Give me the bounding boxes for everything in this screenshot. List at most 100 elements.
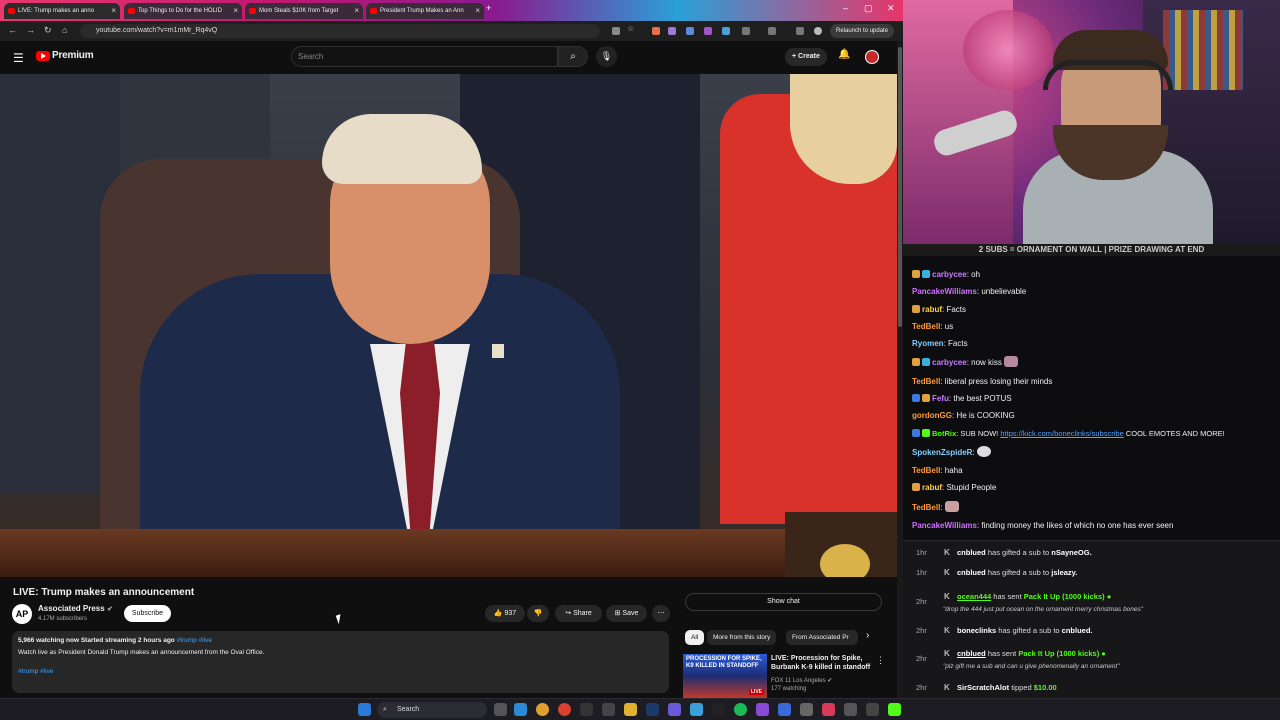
chat-username[interactable]: rabuf	[922, 483, 942, 492]
tab-2[interactable]: Top Things to Do for the HOLID ×	[124, 3, 242, 19]
video-player[interactable]	[0, 74, 897, 577]
chat-username[interactable]: TedBell	[912, 466, 940, 475]
app-icon[interactable]	[690, 703, 703, 716]
maximize-icon[interactable]: ▢	[864, 3, 873, 14]
description-box[interactable]: 5,966 watching now Started streaming 2 h…	[12, 631, 669, 693]
forward-icon[interactable]: →	[26, 25, 35, 35]
event-user[interactable]: cnblued	[957, 649, 986, 658]
close-window-icon[interactable]: ✕	[887, 3, 895, 14]
extension-icon[interactable]	[652, 27, 660, 35]
chat-username[interactable]: gordonGG	[912, 411, 952, 420]
event-user[interactable]: boneclinks	[957, 626, 996, 635]
extension-icon[interactable]	[686, 27, 694, 35]
mic-button[interactable]: 🎙	[596, 46, 617, 67]
recommended-title[interactable]: LIVE: Procession for Spike, Burbank K-9 …	[771, 654, 871, 672]
reload-icon[interactable]: ↻	[44, 25, 52, 36]
event-target[interactable]: cnblued.	[1062, 626, 1093, 635]
extension-icon[interactable]	[668, 27, 676, 35]
search-input[interactable]: Search	[291, 46, 558, 67]
chat-link[interactable]: https://kick.com/boneclinks/subscribe	[1000, 429, 1123, 438]
tab-4[interactable]: President Trump Makes an Ann ×	[366, 3, 484, 19]
spotify-icon[interactable]	[734, 703, 747, 716]
description-hashtags[interactable]: #trump #live	[18, 668, 53, 675]
chat-username[interactable]: Ryomen	[912, 339, 944, 348]
profile-icon[interactable]	[814, 27, 822, 35]
bell-icon[interactable]: 🔔	[838, 49, 850, 60]
chat-username[interactable]: TedBell	[912, 503, 940, 512]
chrome-icon[interactable]	[536, 703, 549, 716]
taskbar-search[interactable]: ⌕ Search	[377, 702, 487, 718]
app-icon[interactable]	[800, 703, 813, 716]
create-button[interactable]: + Create	[785, 48, 827, 66]
extension-icon[interactable]	[704, 27, 712, 35]
like-button[interactable]: 👍 937	[485, 605, 525, 622]
extension-icon[interactable]	[722, 27, 730, 35]
search-button[interactable]: ⌕	[558, 46, 588, 67]
chevron-right-icon[interactable]: ›	[866, 630, 869, 641]
folder-icon[interactable]	[624, 703, 637, 716]
home-icon[interactable]: ⌂	[62, 25, 67, 35]
close-icon[interactable]: ×	[354, 3, 359, 19]
app-icon[interactable]	[602, 703, 615, 716]
close-icon[interactable]: ×	[111, 3, 116, 19]
event-target[interactable]: jsleazy.	[1051, 568, 1077, 577]
windows-start-icon[interactable]	[358, 703, 371, 716]
event-user[interactable]: cnblued	[957, 548, 986, 557]
app-icon[interactable]	[668, 703, 681, 716]
steam-icon[interactable]	[646, 703, 659, 716]
app-icon[interactable]	[712, 703, 725, 716]
download-icon[interactable]	[796, 27, 804, 35]
tab-1[interactable]: LIVE: Trump makes an anno ×	[4, 3, 120, 19]
youtube-logo-icon[interactable]	[36, 51, 50, 61]
extension-icon[interactable]	[742, 27, 750, 35]
recommended-channel[interactable]: FOX 11 Los Angeles ✔	[771, 677, 832, 684]
event-user[interactable]: ocean444	[957, 592, 991, 601]
show-chat-button[interactable]: Show chat	[685, 593, 882, 611]
app-icon[interactable]	[866, 703, 879, 716]
app-icon[interactable]	[822, 703, 835, 716]
app-icon[interactable]	[778, 703, 791, 716]
subscribe-button[interactable]: Subscribe	[124, 605, 171, 622]
channel-name[interactable]: Associated Press ✔	[38, 604, 113, 613]
install-icon[interactable]	[612, 27, 620, 35]
menu-icon[interactable]: ☰	[13, 51, 24, 65]
star-icon[interactable]: ☆	[627, 24, 635, 33]
kick-icon[interactable]	[888, 703, 901, 716]
recommended-thumbnail[interactable]: PROCESSION FOR SPIKE, K9 KILLED IN STAND…	[683, 654, 767, 698]
app-icon[interactable]	[580, 703, 593, 716]
event-user[interactable]: cnblued	[957, 568, 986, 577]
avatar[interactable]	[865, 50, 879, 64]
url-field[interactable]: youtube.com/watch?v=m1mMr_Rq4vQ	[80, 24, 600, 38]
back-icon[interactable]: ←	[8, 25, 17, 35]
app-icon[interactable]	[844, 703, 857, 716]
tab-3[interactable]: Mom Steals $10K from Target ×	[245, 3, 363, 19]
close-icon[interactable]: ×	[233, 3, 238, 19]
chat-username[interactable]: SpokenZspideR	[912, 448, 972, 457]
chip-more-from-story[interactable]: More from this story	[707, 630, 777, 645]
event-target[interactable]: nSayneOG.	[1051, 548, 1091, 557]
close-icon[interactable]: ×	[475, 3, 480, 19]
chat-username[interactable]: TedBell	[912, 377, 940, 386]
app-icon[interactable]	[756, 703, 769, 716]
kebab-menu-icon[interactable]: ⋮	[876, 655, 885, 666]
new-tab-icon[interactable]: +	[486, 3, 491, 13]
chat-username[interactable]: PancakeWilliams	[912, 287, 977, 296]
chip-from-associated-press[interactable]: From Associated Pr	[786, 630, 858, 645]
chat-username[interactable]: carbycee	[932, 358, 967, 367]
edge-icon[interactable]	[514, 703, 527, 716]
task-view-icon[interactable]	[494, 703, 507, 716]
relaunch-button[interactable]: Relaunch to update	[830, 24, 895, 38]
share-button[interactable]: ↪ Share	[555, 605, 602, 622]
chat-username[interactable]: Fefu	[932, 394, 949, 403]
chat-username[interactable]: PancakeWilliams	[912, 521, 977, 530]
chrome-icon[interactable]	[558, 703, 571, 716]
channel-avatar[interactable]: AP	[12, 604, 32, 624]
minimize-icon[interactable]: –	[843, 3, 848, 13]
chat-username[interactable]: TedBell	[912, 322, 940, 331]
chip-all[interactable]: All	[685, 630, 705, 645]
meta-hashtags[interactable]: #trump #live	[177, 637, 212, 644]
chat-username[interactable]: rabuf	[922, 305, 942, 314]
chat-username[interactable]: BotRix	[932, 429, 956, 438]
event-user[interactable]: SirScratchAlot	[957, 683, 1009, 692]
more-actions-button[interactable]: ⋯	[652, 605, 670, 622]
